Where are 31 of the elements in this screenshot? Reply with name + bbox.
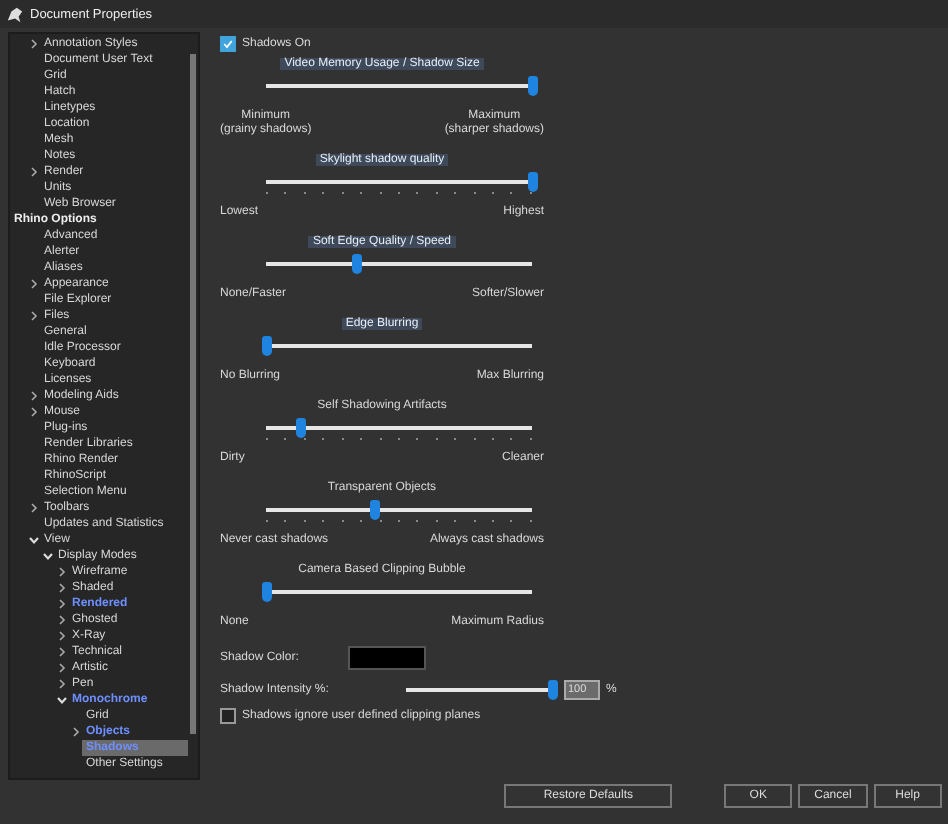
chevron-right-icon[interactable] xyxy=(56,646,68,658)
chevron-right-icon[interactable] xyxy=(28,390,40,402)
chevron-right-icon[interactable] xyxy=(28,406,40,418)
chevron-right-icon[interactable] xyxy=(56,582,68,594)
chevron-right-icon[interactable] xyxy=(56,662,68,674)
color-swatch[interactable] xyxy=(348,646,426,670)
chevron-right-icon[interactable] xyxy=(56,566,68,578)
chevron-right-icon[interactable] xyxy=(56,614,68,626)
chevron-right-icon[interactable] xyxy=(56,598,68,610)
app-icon xyxy=(6,5,24,23)
checkbox[interactable] xyxy=(220,36,236,52)
chevron-right-icon[interactable] xyxy=(70,726,82,738)
slider-thumb[interactable] xyxy=(351,254,362,274)
slider-thumb[interactable] xyxy=(261,582,271,602)
chevron-down-icon[interactable] xyxy=(42,550,54,562)
chevron-right-icon[interactable] xyxy=(56,678,68,690)
chevron-right-icon[interactable] xyxy=(28,38,40,50)
chevron-right-icon[interactable] xyxy=(28,502,40,514)
slider-thumb[interactable] xyxy=(261,336,271,356)
slider-thumb[interactable] xyxy=(295,418,306,438)
slider-thumb[interactable] xyxy=(527,172,537,192)
chevron-down-icon[interactable] xyxy=(56,694,68,706)
chevron-down-icon[interactable] xyxy=(28,534,40,546)
chevron-right-icon[interactable] xyxy=(56,630,68,642)
slider-thumb[interactable] xyxy=(527,76,537,96)
chevron-right-icon[interactable] xyxy=(28,310,40,322)
chevron-right-icon[interactable] xyxy=(28,278,40,290)
slider-thumb[interactable] xyxy=(547,680,557,700)
checkbox[interactable] xyxy=(220,708,236,724)
chevron-right-icon[interactable] xyxy=(28,166,40,178)
slider-thumb[interactable] xyxy=(370,500,381,520)
